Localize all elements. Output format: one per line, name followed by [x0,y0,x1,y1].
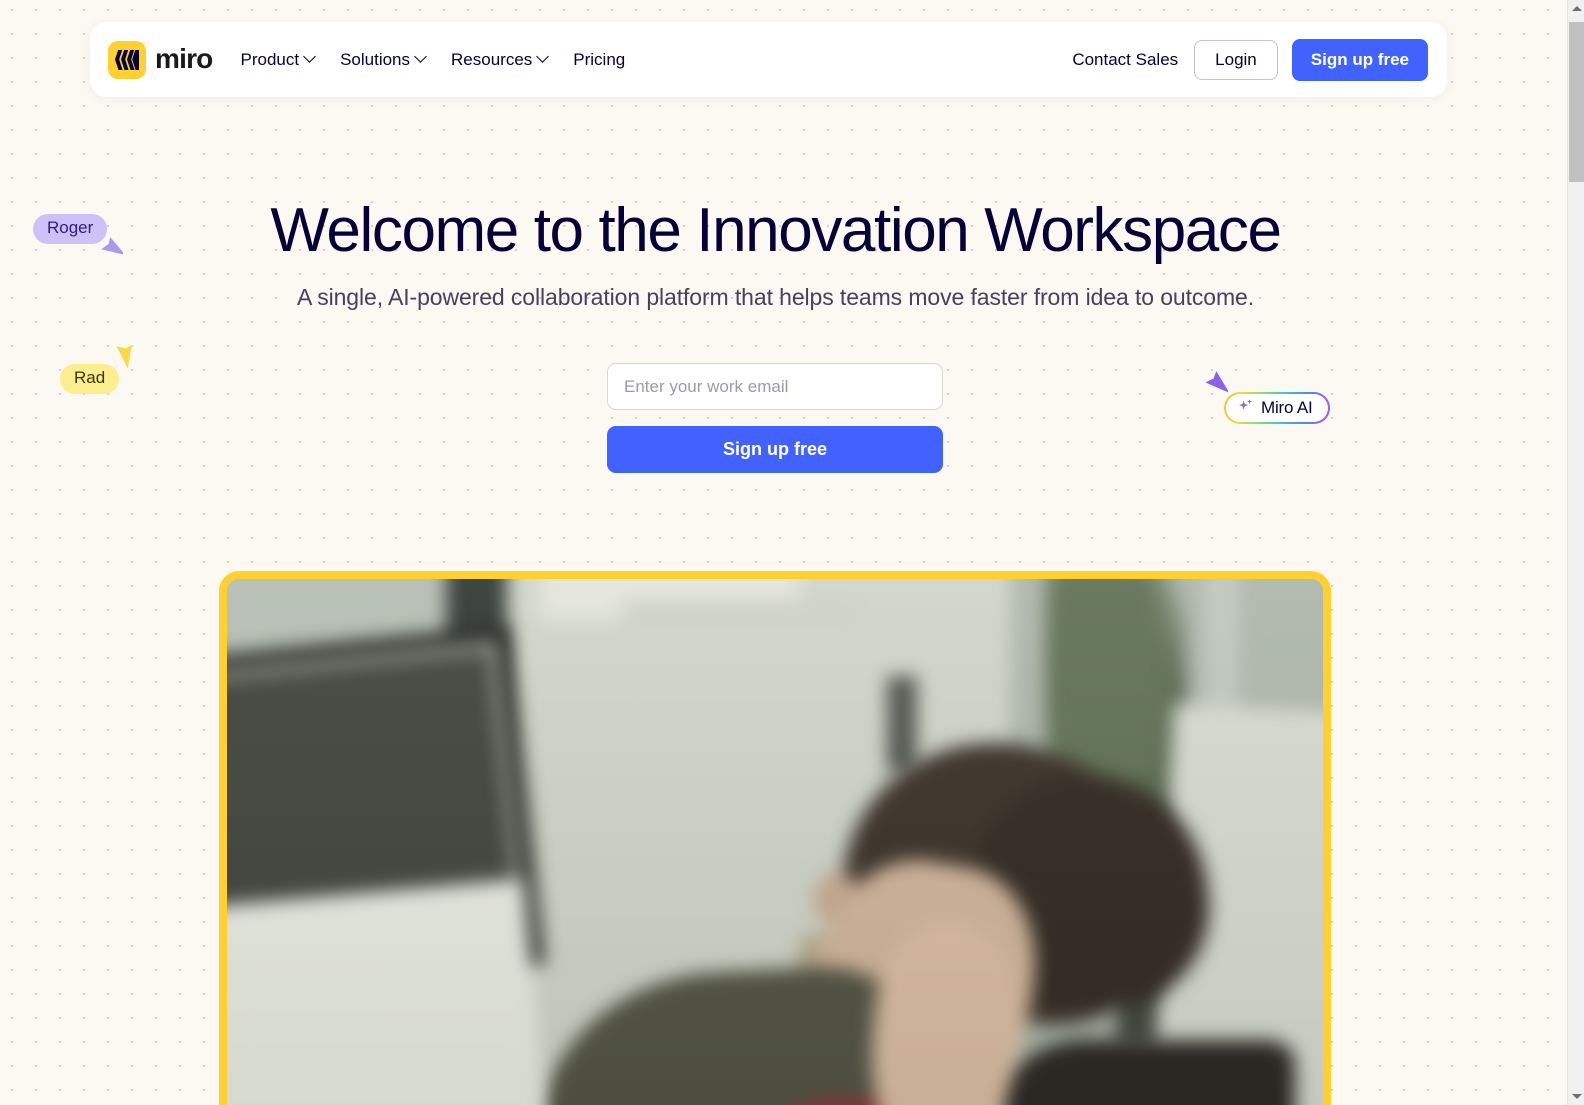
page-scrollbar[interactable] [1567,0,1584,1105]
nav-item-solutions[interactable]: Solutions [340,49,427,70]
nav-item-product-label: Product [240,49,300,69]
miro-ai-badge-inner: Miro AI [1226,394,1328,422]
work-email-input[interactable] [607,363,943,410]
nav-item-pricing[interactable]: Pricing [573,50,625,70]
miro-ai-label: Miro AI [1261,398,1313,417]
header-actions: Contact Sales Login Sign up free [1072,38,1428,81]
header-signup-button[interactable]: Sign up free [1291,38,1428,81]
cursor-pointer-icon [1204,371,1230,404]
page-title: Welcome to the Innovation Workspace [270,196,1282,265]
nav-item-product[interactable]: Product [240,49,316,70]
hero-video[interactable] [219,571,1331,1105]
login-button[interactable]: Login [1194,39,1278,80]
video-foreground-layer [227,579,1323,1105]
nav-item-resources[interactable]: Resources [451,49,550,70]
cursor-pointer-icon [112,342,134,373]
miro-logo-icon [108,40,146,79]
chevron-down-icon [414,50,427,63]
scroll-down-arrow-icon[interactable] [1568,1088,1584,1105]
main-navigation: Product Solutions Resources Pricing [240,50,625,70]
contact-sales-link[interactable]: Contact Sales [1072,50,1178,70]
page-canvas: miro Product Solutions Resources Pricing… [0,0,1567,1105]
nav-item-pricing-label: Pricing [573,49,626,69]
hero-signup-button[interactable]: Sign up free [607,426,943,473]
chevron-down-icon [303,50,316,63]
hero-subtitle: A single, AI-powered collaboration platf… [296,284,1255,310]
miro-logo[interactable]: miro [108,40,213,79]
nav-item-solutions-label: Solutions [340,49,411,69]
scrollbar-thumb[interactable] [1569,22,1584,182]
scroll-up-arrow-icon[interactable] [1568,0,1584,17]
collaborator-cursor-rad: Rad [60,364,120,394]
miro-wordmark: miro [155,42,213,74]
collaborator-cursor-roger: Roger [33,214,108,244]
chevron-down-icon [536,50,550,63]
miro-ai-badge[interactable]: Miro AI [1224,392,1330,424]
cursor-pointer-icon [101,237,126,268]
site-header: miro Product Solutions Resources Pricing… [90,22,1447,97]
hero-video-frame [227,579,1323,1105]
sparkle-icon [1237,397,1254,419]
nav-item-resources-label: Resources [451,49,533,69]
